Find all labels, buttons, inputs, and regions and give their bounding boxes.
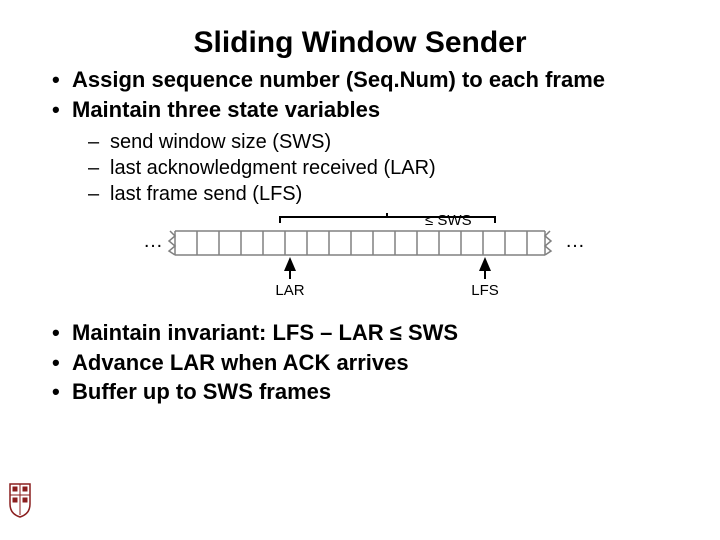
sliding-window-diagram: ≤ SWS … … — [125, 213, 595, 305]
ellipsis-right: … — [565, 230, 585, 252]
lar-label: LAR — [275, 282, 304, 299]
bullet-item: Buffer up to SWS frames — [50, 378, 690, 406]
bullet-item: Advance LAR when ACK arrives — [50, 349, 690, 377]
sub-bullet-item: last acknowledgment received (LAR) — [88, 155, 690, 181]
lfs-pointer-icon — [479, 257, 491, 271]
bullet-item: Maintain three state variables — [50, 96, 690, 124]
shield-logo-icon — [8, 482, 32, 518]
sub-bullet-item: send window size (SWS) — [88, 129, 690, 155]
sub-bullet-list: send window size (SWS) last acknowledgme… — [88, 129, 690, 207]
diagram-container: ≤ SWS … … — [30, 213, 690, 305]
bullet-list-top: Assign sequence number (Seq.Num) to each… — [50, 66, 690, 123]
lar-pointer-icon — [284, 257, 296, 271]
ellipsis-left: … — [143, 230, 163, 252]
slide: Sliding Window Sender Assign sequence nu… — [0, 0, 720, 428]
page-title: Sliding Window Sender — [30, 26, 690, 60]
frame-row — [175, 231, 545, 255]
sub-bullet-item: last frame send (LFS) — [88, 181, 690, 207]
bullet-item: Assign sequence number (Seq.Num) to each… — [50, 66, 690, 94]
brace-label: ≤ SWS — [425, 213, 472, 229]
lfs-label: LFS — [471, 282, 499, 299]
bullet-list-bottom: Maintain invariant: LFS – LAR ≤ SWS Adva… — [50, 319, 690, 406]
bullet-item: Maintain invariant: LFS – LAR ≤ SWS — [50, 319, 690, 347]
